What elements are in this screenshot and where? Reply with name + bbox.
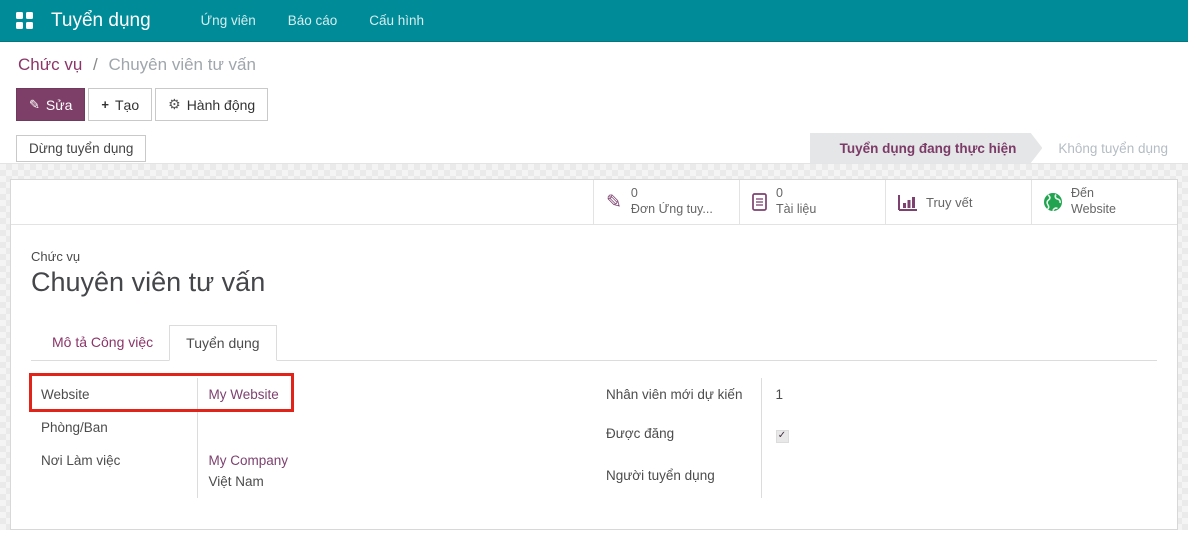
create-button[interactable]: + Tạo — [88, 88, 153, 121]
breadcrumb-separator: / — [93, 55, 98, 74]
button-row: ✎ Sửa + Tạo ⚙ Hành động — [16, 88, 1172, 121]
workplace-company-value[interactable]: My Company — [209, 453, 289, 468]
edit-button[interactable]: ✎ Sửa — [16, 88, 86, 121]
content-background: ✎ 0 Đơn Ứng tuy... 0 Tài liệu Truy vết Đ… — [0, 164, 1188, 530]
documents-stat-button[interactable]: 0 Tài liệu — [739, 180, 885, 224]
expected-employees-value: 1 — [775, 387, 784, 402]
stop-recruitment-button[interactable]: Dừng tuyển dụng — [16, 134, 147, 162]
applications-stat-button[interactable]: ✎ 0 Đơn Ứng tuy... — [593, 180, 739, 224]
page-title: Chuyên viên tư vấn — [31, 267, 266, 297]
workplace-field-label: Nơi Làm việc — [41, 444, 198, 498]
top-navbar: Tuyển dụng Ứng viên Báo cáo Cấu hình — [0, 0, 1188, 42]
tab-job-description[interactable]: Mô tả Công việc — [36, 325, 169, 361]
website-field-label: Website — [41, 378, 198, 411]
right-field-group: Nhân viên mới dự kiến 1 Được đăng ✓ Ngườ… — [606, 378, 996, 498]
apps-grid-icon[interactable] — [16, 12, 33, 29]
pencil-icon: ✎ — [29, 96, 40, 112]
documents-count: 0 — [776, 186, 783, 201]
action-menu-button[interactable]: ⚙ Hành động — [155, 88, 269, 121]
nav-item-ung-vien[interactable]: Ứng viên — [185, 0, 272, 42]
check-icon: ✓ — [777, 430, 787, 442]
expected-employees-label: Nhân viên mới dự kiến — [606, 378, 762, 418]
chart-icon — [898, 194, 917, 211]
gear-icon: ⚙ — [168, 96, 181, 112]
tab-recruitment[interactable]: Tuyển dụng — [169, 325, 277, 361]
record-type-label: Chức vụ — [31, 249, 81, 264]
workplace-country-value: Việt Nam — [208, 474, 264, 489]
field-row-recruiter: Người tuyển dụng — [606, 458, 996, 498]
field-row-department: Phòng/Ban — [41, 411, 501, 444]
app-title[interactable]: Tuyển dụng — [51, 10, 151, 32]
stat-button-strip: ✎ 0 Đơn Ứng tuy... 0 Tài liệu Truy vết Đ… — [11, 180, 1177, 225]
form-fields-area: Website My Website Phòng/Ban Nơi Làm việ… — [29, 373, 1157, 498]
applications-count: 0 — [630, 186, 638, 201]
field-row-workplace: Nơi Làm việc My Company Việt Nam — [41, 444, 501, 498]
trace-label: Truy vết — [926, 194, 973, 210]
nav-item-cau-hinh[interactable]: Cấu hình — [353, 0, 440, 42]
form-sheet: Chức vụ Chuyên viên tư vấn Mô tả Công vi… — [11, 225, 1177, 498]
breadcrumb-parent-link[interactable]: Chức vụ — [18, 55, 82, 74]
status-strip: Dừng tuyển dụng Tuyển dụng đang thực hiệ… — [0, 133, 1188, 164]
trace-stat-button[interactable]: Truy vết — [885, 180, 1031, 224]
field-row-expected-employees: Nhân viên mới dự kiến 1 — [606, 378, 996, 418]
published-checkbox[interactable]: ✓ — [775, 429, 789, 443]
globe-icon — [1044, 193, 1062, 211]
left-field-group: Website My Website Phòng/Ban Nơi Làm việ… — [29, 373, 501, 498]
control-panel: Chức vụ / Chuyên viên tư vấn ✎ Sửa + Tạo… — [0, 42, 1188, 133]
website-field-value[interactable]: My Website — [209, 387, 279, 402]
plus-icon: + — [101, 97, 109, 112]
field-row-published: Được đăng ✓ — [606, 417, 996, 459]
stage-bar: Tuyển dụng đang thực hiện Không tuyển dụ… — [810, 133, 1178, 164]
breadcrumb-current: Chuyên viên tư vấn — [108, 55, 256, 74]
department-field-label: Phòng/Ban — [41, 411, 198, 444]
documents-label: Tài liệu — [776, 202, 817, 216]
applications-label: Đơn Ứng tuy... — [630, 202, 713, 216]
go-to-prefix: Đến — [1071, 186, 1094, 201]
recruiter-field-label: Người tuyển dụng — [606, 458, 762, 498]
recruiter-field-value — [761, 459, 996, 498]
form-card: ✎ 0 Đơn Ứng tuy... 0 Tài liệu Truy vết Đ… — [10, 179, 1178, 530]
website-label: Website — [1071, 202, 1116, 216]
pencil-icon: ✎ — [606, 191, 622, 213]
document-icon — [752, 193, 767, 211]
stage-recruitment-in-progress[interactable]: Tuyển dụng đang thực hiện — [810, 133, 1043, 164]
department-field-value — [197, 411, 501, 444]
breadcrumb: Chức vụ / Chuyên viên tư vấn — [18, 55, 1172, 75]
field-row-website: Website My Website — [41, 378, 501, 411]
published-field-label: Được đăng — [606, 417, 762, 459]
go-to-website-button[interactable]: Đến Website — [1031, 180, 1177, 224]
notebook-tabs: Mô tả Công việc Tuyển dụng — [31, 325, 1157, 361]
nav-item-bao-cao[interactable]: Báo cáo — [272, 0, 354, 42]
stage-not-recruiting[interactable]: Không tuyển dụng — [1042, 141, 1178, 156]
